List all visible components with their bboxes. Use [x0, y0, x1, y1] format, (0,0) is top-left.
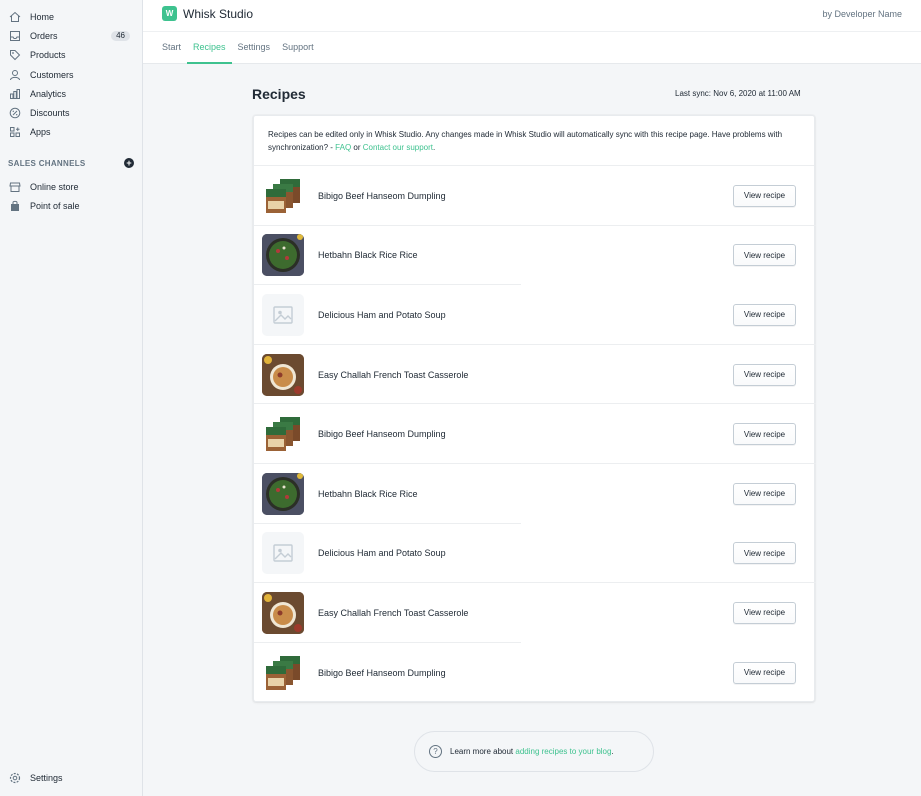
notice-end: .: [433, 143, 436, 152]
adding-recipes-link[interactable]: adding recipes to your blog: [515, 747, 611, 756]
recipe-thumbnail: [262, 413, 304, 456]
sales-channels-list: Online store Point of sale: [0, 177, 142, 216]
help-text-prefix: Learn more about: [450, 747, 516, 756]
sidebar-item-label: Home: [30, 11, 55, 22]
recipe-row: Delicious Ham and Potato Soup View recipe: [254, 524, 816, 584]
apps-icon: [8, 125, 22, 139]
help-footer: ? Learn more about adding recipes to you…: [414, 731, 654, 772]
notice-middle: or: [351, 143, 363, 152]
store-icon: [8, 180, 22, 194]
orders-icon: [8, 29, 22, 43]
view-recipe-button[interactable]: View recipe: [733, 363, 796, 386]
help-text-end: .: [611, 747, 614, 756]
sidebar-settings: Settings: [0, 768, 142, 787]
bar-chart-icon: [8, 87, 22, 101]
sidebar-nav: Home Orders 46 Products Customers Analyt…: [0, 7, 142, 142]
recipe-list: Bibigo Beef Hanseom Dumpling View recipe H…: [254, 166, 816, 703]
recipes-card: Recipes can be edited only in Whisk Stud…: [253, 115, 816, 703]
bag-icon: [8, 199, 22, 213]
sales-channels-header: SALES CHANNELS +: [8, 158, 134, 168]
faq-link[interactable]: FAQ: [335, 143, 351, 152]
tag-icon: [8, 48, 22, 62]
sidebar-item-orders[interactable]: Orders 46: [0, 26, 142, 45]
recipe-row: Bibigo Beef Hanseom Dumpling View recipe: [254, 166, 816, 226]
tab-start[interactable]: Start: [156, 32, 187, 64]
view-recipe-button[interactable]: View recipe: [733, 482, 796, 505]
view-recipe-button[interactable]: View recipe: [733, 601, 796, 624]
sidebar-item-label: Customers: [30, 69, 74, 80]
sales-channels-label: SALES CHANNELS: [8, 158, 86, 168]
orders-count-badge: 46: [111, 30, 130, 41]
recipe-thumbnail: [262, 651, 304, 694]
question-circle-icon: ?: [429, 745, 442, 758]
image-placeholder-icon: [262, 293, 304, 336]
sidebar: Home Orders 46 Products Customers Analyt…: [0, 0, 143, 796]
app-name: Whisk Studio: [183, 6, 254, 21]
sidebar-item-label: Orders: [30, 30, 58, 41]
tab-recipes[interactable]: Recipes: [187, 32, 232, 64]
add-sales-channel-icon[interactable]: +: [124, 158, 134, 168]
recipe-thumbnail: [262, 234, 304, 277]
whisk-logo-icon: W: [162, 6, 177, 21]
sync-notice: Recipes can be edited only in Whisk Stud…: [254, 116, 814, 166]
recipe-thumbnail: [262, 174, 304, 217]
sidebar-item-label: Point of sale: [30, 200, 80, 211]
help-text: Learn more about adding recipes to your …: [450, 747, 614, 756]
recipe-thumbnail: [262, 591, 304, 634]
recipe-row: Bibigo Beef Hanseom Dumpling View recipe: [254, 643, 814, 703]
recipe-thumbnail: [262, 353, 304, 396]
contact-support-link[interactable]: Contact our support: [363, 143, 433, 152]
app-tabs: Start Recipes Settings Support: [156, 32, 320, 64]
home-icon: [8, 10, 22, 24]
brand: W Whisk Studio: [162, 6, 253, 21]
recipe-row: Hetbahn Black Rice Rice View recipe: [254, 464, 814, 524]
tab-support[interactable]: Support: [276, 32, 320, 64]
sidebar-item-label: Products: [30, 50, 66, 61]
sidebar-item-online-store[interactable]: Online store: [0, 177, 142, 196]
recipe-thumbnail: [262, 472, 304, 515]
sidebar-item-label: Discounts: [30, 108, 70, 119]
image-placeholder-icon: [262, 532, 304, 575]
view-recipe-button[interactable]: View recipe: [733, 661, 796, 684]
sidebar-item-label: Apps: [30, 127, 51, 138]
app-header: W Whisk Studio by Developer Name Start R…: [143, 0, 921, 64]
tab-settings[interactable]: Settings: [232, 32, 277, 64]
sidebar-item-label: Online store: [30, 181, 79, 192]
view-recipe-button[interactable]: View recipe: [733, 244, 796, 267]
sidebar-item-label: Analytics: [30, 88, 67, 99]
sidebar-item-point-of-sale[interactable]: Point of sale: [0, 196, 142, 215]
discount-icon: [8, 106, 22, 120]
page-title: Recipes: [252, 86, 306, 102]
last-sync-status: Last sync: Nov 6, 2020 at 11:00 AM: [675, 89, 801, 98]
person-icon: [8, 68, 22, 82]
sidebar-item-customers[interactable]: Customers: [0, 65, 142, 84]
sidebar-item-label: Settings: [30, 772, 63, 783]
view-recipe-button[interactable]: View recipe: [733, 423, 796, 446]
view-recipe-button[interactable]: View recipe: [733, 184, 796, 207]
sidebar-item-products[interactable]: Products: [0, 46, 142, 65]
sidebar-item-analytics[interactable]: Analytics: [0, 84, 142, 103]
sidebar-item-home[interactable]: Home: [0, 7, 142, 26]
recipe-row: Easy Challah French Toast Casserole View …: [254, 345, 816, 405]
recipe-row: Bibigo Beef Hanseom Dumpling View recipe: [254, 404, 816, 464]
view-recipe-button[interactable]: View recipe: [733, 542, 796, 565]
recipe-row: Hetbahn Black Rice Rice View recipe: [254, 226, 814, 286]
sidebar-item-discounts[interactable]: Discounts: [0, 103, 142, 122]
gear-icon: [8, 771, 22, 785]
developer-name: by Developer Name: [822, 9, 902, 19]
recipe-row: Delicious Ham and Potato Soup View recipe: [254, 285, 816, 345]
view-recipe-button[interactable]: View recipe: [733, 303, 796, 326]
sidebar-item-settings[interactable]: Settings: [0, 768, 142, 787]
recipe-row: Easy Challah French Toast Casserole View …: [254, 583, 814, 643]
sidebar-item-apps[interactable]: Apps: [0, 123, 142, 142]
